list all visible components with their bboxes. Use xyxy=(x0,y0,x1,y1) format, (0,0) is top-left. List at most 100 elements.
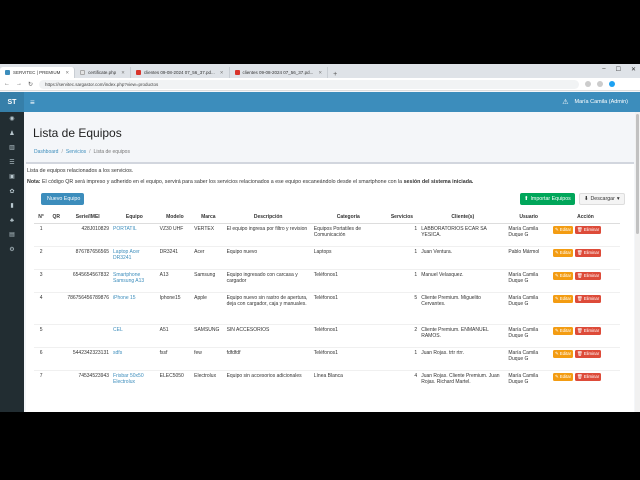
delete-button[interactable]: 🗑 Eliminar xyxy=(575,294,602,303)
browser-tab-pdf-2[interactable]: clientes 09-08-2024 07_56_37.pd... ✕ xyxy=(230,67,329,78)
edge-icon[interactable] xyxy=(609,81,616,87)
column-header[interactable]: Categoría xyxy=(311,212,385,224)
edit-button[interactable]: ✎ Editar xyxy=(552,271,574,280)
download-dropdown-button[interactable]: ⬇ Descargar ▾ xyxy=(579,193,625,205)
action-buttons: ✎ Editar 🗑 Eliminar xyxy=(552,248,618,257)
equipment-link[interactable]: iPhone 15 xyxy=(111,291,158,324)
breadcrumb-dashboard[interactable]: Dashboard xyxy=(34,149,58,155)
column-header[interactable]: N° xyxy=(34,212,49,224)
breadcrumb-services[interactable]: Servicios xyxy=(66,149,86,155)
clients-cell: Juan Ventura. xyxy=(419,245,507,269)
edit-button[interactable]: ✎ Editar xyxy=(552,372,574,381)
delete-label: Eliminar xyxy=(583,295,600,301)
equipment-link[interactable]: Smartphone Samsung A13 xyxy=(111,268,158,292)
minimize-icon[interactable]: – xyxy=(602,66,605,73)
delete-button[interactable]: 🗑 Eliminar xyxy=(575,248,602,257)
browser-tab-servitec[interactable]: SERVITEC | PREMIUM ✕ xyxy=(0,67,76,78)
close-window-icon[interactable]: ✕ xyxy=(631,66,636,73)
box-icon[interactable]: ▣ xyxy=(0,170,24,185)
list-icon[interactable]: ☰ xyxy=(0,156,24,171)
new-equipment-label: Nuevo Equipo xyxy=(47,196,81,202)
delete-button[interactable]: 🗑 Eliminar xyxy=(575,326,602,335)
serial-cell: 876787656565 xyxy=(64,245,112,269)
forward-icon[interactable]: → xyxy=(16,81,22,87)
edit-button[interactable]: ✎ Editar xyxy=(552,225,574,234)
close-icon[interactable]: ✕ xyxy=(318,70,322,76)
equipment-link[interactable]: CEL xyxy=(111,323,158,347)
qr-code xyxy=(48,323,65,347)
column-header[interactable]: Servicios xyxy=(384,212,420,224)
user-cell: María Camila Duque G xyxy=(506,291,551,324)
close-icon[interactable]: ✕ xyxy=(220,70,224,76)
browser-tab-certificate[interactable]: certificate.php ✕ xyxy=(75,67,131,78)
extension-icon[interactable] xyxy=(585,81,592,87)
scrollbar-thumb[interactable] xyxy=(636,114,639,234)
column-header[interactable]: Marca xyxy=(192,212,225,224)
column-header[interactable]: Usuario xyxy=(506,212,551,224)
browser-tab-pdf-1[interactable]: clientes 09-08-2024 07_56_37.pd... ✕ xyxy=(131,67,230,78)
mobile-icon[interactable]: ▮ xyxy=(0,199,24,214)
profile-icon[interactable] xyxy=(597,81,604,87)
new-equipment-button[interactable]: Nuevo Equipo xyxy=(41,193,85,205)
close-icon[interactable]: ✕ xyxy=(65,70,69,76)
user-menu[interactable]: María Camila (Admin) xyxy=(575,99,628,105)
document-icon[interactable]: ▤ xyxy=(0,228,24,243)
new-tab-button[interactable]: + xyxy=(328,71,342,78)
delete-button[interactable]: 🗑 Eliminar xyxy=(575,372,602,381)
edit-label: Editar xyxy=(559,272,572,278)
group-icon[interactable]: ♣ xyxy=(0,214,24,229)
url-input[interactable]: https://servitec.sargastor.com/index.php… xyxy=(39,79,580,89)
edit-icon: ✎ xyxy=(554,373,559,379)
delete-label: Eliminar xyxy=(583,373,600,379)
edit-button[interactable]: ✎ Editar xyxy=(552,294,574,303)
equipment-link[interactable]: sdfs xyxy=(111,346,158,370)
delete-button[interactable]: 🗑 Eliminar xyxy=(575,271,602,280)
edit-button[interactable]: ✎ Editar xyxy=(552,349,574,358)
column-header[interactable]: Acción xyxy=(550,212,620,224)
edit-icon: ✎ xyxy=(554,327,559,333)
row-number: 1 xyxy=(34,222,49,246)
address-bar: ← → ↻ https://servitec.sargastor.com/ind… xyxy=(0,78,640,91)
delete-button[interactable]: 🗑 Eliminar xyxy=(575,349,602,358)
menu-toggle-icon[interactable]: ≡ xyxy=(30,98,35,107)
description-cell: Equipo nuevo sin rastro de apertura, dej… xyxy=(224,291,312,324)
category-cell: Laptops xyxy=(311,245,385,269)
maximize-icon[interactable]: ☐ xyxy=(616,66,621,73)
brand-cell: Samsung xyxy=(192,268,225,292)
scrollbar[interactable] xyxy=(635,112,640,412)
action-buttons: ✎ Editar 🗑 Eliminar xyxy=(552,326,618,335)
close-icon[interactable]: ✕ xyxy=(121,70,125,76)
edit-button[interactable]: ✎ Editar xyxy=(552,248,574,257)
serial-cell: 5442342323131 xyxy=(64,346,112,370)
description-cell: fdfdfdf xyxy=(224,346,312,370)
warning-icon[interactable]: ⚠ xyxy=(562,98,568,106)
import-equipment-button[interactable]: ⬆ Importar Equipos xyxy=(520,193,575,205)
delete-button[interactable]: 🗑 Eliminar xyxy=(575,225,602,234)
equipment-link[interactable]: Laptop Acer DR3241 xyxy=(111,245,158,269)
note-text: Nota: El código QR será impreso y adheri… xyxy=(27,179,473,185)
column-header[interactable]: Cliente(s) xyxy=(419,212,507,224)
edit-button[interactable]: ✎ Editar xyxy=(552,326,574,335)
gear-icon[interactable]: ⚙ xyxy=(0,243,24,258)
equipment-link[interactable]: Frisbar 50x50 Electrolux xyxy=(111,369,158,393)
chart-icon[interactable]: ▥ xyxy=(0,141,24,156)
brand-cell: Acer xyxy=(192,245,225,269)
equipment-link[interactable]: PORTATIL xyxy=(111,222,158,246)
settings-icon[interactable]: ✿ xyxy=(0,185,24,200)
column-header[interactable]: QR xyxy=(48,212,65,224)
back-icon[interactable]: ← xyxy=(4,81,10,87)
breadcrumb-separator: / xyxy=(89,149,91,155)
window-controls: – ☐ ✕ xyxy=(602,66,636,73)
column-header[interactable]: Equipo xyxy=(111,212,158,224)
column-header[interactable]: Modelo xyxy=(157,212,193,224)
users-icon[interactable]: ♟ xyxy=(0,127,24,142)
brand-logo[interactable]: ST xyxy=(0,92,24,112)
caret-down-icon: ▾ xyxy=(616,196,620,202)
tab-label: certificate.php xyxy=(88,70,117,75)
reload-icon[interactable]: ↻ xyxy=(28,81,33,88)
download-label: Descargar xyxy=(590,196,615,202)
intro-text: Lista de equipos relacionados a los serv… xyxy=(27,168,134,174)
column-header[interactable]: Serie/IMEI xyxy=(64,212,112,224)
column-header[interactable]: Descripción xyxy=(224,212,312,224)
dashboard-icon[interactable]: ◉ xyxy=(0,112,24,127)
